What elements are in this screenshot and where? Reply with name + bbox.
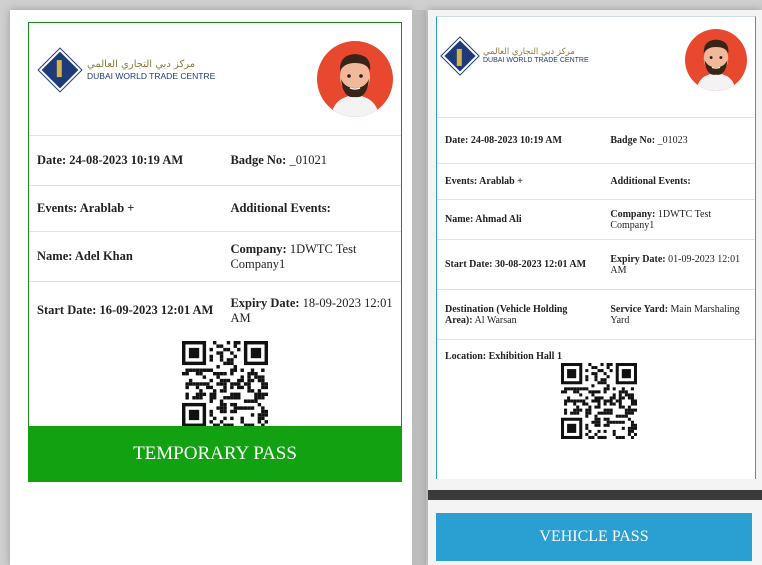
temporary-pass-card: مركز دبي التجاري العالمي DUBAI WORLD TRA… <box>28 22 402 437</box>
detail-cell-right: Additional Events: <box>222 185 401 232</box>
detail-cell-left: Name: Adel Khan <box>29 231 223 282</box>
field-value: _01021 <box>286 153 327 167</box>
vehicle-pass-panel: مركز دبي التجاري العالمي DUBAI WORLD TRA… <box>428 10 762 565</box>
detail-row: Date: 24-08-2023 10:19 AM Badge No: _0102… <box>437 117 755 164</box>
detail-cell-right: Badge No: _01021 <box>222 135 401 186</box>
field-label: Events: Arablab + <box>445 176 523 187</box>
detail-cell-left: Start Date: 30-08-2023 12:01 AM <box>437 239 603 290</box>
pass-details-table: Date: 24-08-2023 10:19 AM Badge No: _0102… <box>29 135 401 340</box>
field-label: Start Date: 30-08-2023 12:01 AM <box>445 259 587 270</box>
field-label: Start Date: 16-09-2023 12:01 AM <box>37 303 214 318</box>
detail-cell-left: Date: 24-08-2023 10:19 AM <box>29 135 223 186</box>
vehicle-pass-banner: VEHICLE PASS <box>436 513 752 561</box>
field-label: Additional Events: <box>610 176 691 187</box>
logo-english-text: DUBAI WORLD TRADE CENTRE <box>87 70 216 81</box>
vehicle-pass-card: مركز دبي التجاري العالمي DUBAI WORLD TRA… <box>436 16 756 479</box>
detail-cell-left: Destination (Vehicle Holding Area): Al W… <box>437 289 603 340</box>
field-label: Badge No: <box>610 135 656 146</box>
detail-cell-right: Expiry Date: 01-09-2023 12:01 AM <box>602 239 755 290</box>
field-label: Events: Arablab + <box>37 201 135 215</box>
detail-row: Name: Ahmad Ali Company: 1DWTC Test Compa… <box>437 199 755 240</box>
detail-cell-left: Name: Ahmad Ali <box>437 199 603 240</box>
dwtc-logo-icon: مركز دبي التجاري العالمي DUBAI WORLD TRA… <box>444 40 589 72</box>
field-value: Al Warsan <box>472 314 517 326</box>
detail-row: Events: Arablab + Additional Events: <box>437 163 755 200</box>
pass-details-table: Date: 24-08-2023 10:19 AM Badge No: _0102… <box>437 117 755 374</box>
field-label: Expiry Date: <box>230 295 300 310</box>
field-label: Company: <box>610 208 656 220</box>
field-label: Badge No: <box>230 153 287 167</box>
detail-row: Name: Adel Khan Company: 1DWTC Test Compa… <box>29 231 401 282</box>
field-value: _01023 <box>655 135 688 146</box>
logo-english-text: DUBAI WORLD TRADE CENTRE <box>483 57 589 65</box>
logo-arabic-text: مركز دبي التجاري العالمي <box>87 58 196 70</box>
avatar-icon <box>685 29 747 91</box>
field-label: Name: Adel Khan <box>37 249 133 263</box>
field-label: Date: 24-08-2023 10:19 AM <box>445 135 562 146</box>
detail-cell-right: Company: 1DWTC Test Company1 <box>602 199 755 240</box>
detail-row: Date: 24-08-2023 10:19 AM Badge No: _0102… <box>29 135 401 186</box>
detail-row: Destination (Vehicle Holding Area): Al W… <box>437 289 755 340</box>
section-divider <box>428 490 762 500</box>
detail-row: Start Date: 30-08-2023 12:01 AM Expiry Da… <box>437 239 755 290</box>
detail-cell-left: Date: 24-08-2023 10:19 AM <box>437 117 603 164</box>
detail-cell-right: Service Yard: Main Marshaling Yard <box>602 289 755 340</box>
detail-cell-right: Company: 1DWTC Test Company1 <box>222 231 401 282</box>
field-label: Additional Events: <box>230 201 331 215</box>
detail-cell-left: Events: Arablab + <box>29 185 223 232</box>
avatar-icon <box>317 41 393 117</box>
detail-row: Events: Arablab + Additional Events: <box>29 185 401 232</box>
qr-code-icon <box>182 341 268 432</box>
field-label: Service Yard: <box>610 303 669 315</box>
detail-cell-left: Start Date: 16-09-2023 12:01 AM <box>29 281 223 340</box>
logo-arabic-text: مركز دبي التجاري العالمي <box>483 46 575 57</box>
field-label: Expiry Date: <box>610 253 666 265</box>
detail-cell-right: Expiry Date: 18-09-2023 12:01 AM <box>222 281 401 340</box>
field-label: Date: 24-08-2023 10:19 AM <box>37 153 184 167</box>
temporary-pass-panel: مركز دبي التجاري العالمي DUBAI WORLD TRA… <box>10 10 412 565</box>
scrollbar[interactable] <box>412 10 426 565</box>
field-label: Company: <box>230 241 287 256</box>
detail-cell-left: Events: Arablab + <box>437 163 603 200</box>
qr-code-icon <box>561 363 637 444</box>
temporary-pass-banner: TEMPORARY PASS <box>28 426 402 482</box>
detail-row: Start Date: 16-09-2023 12:01 AM Expiry Da… <box>29 281 401 340</box>
detail-cell-right: Badge No: _01023 <box>602 117 755 164</box>
field-label: Location: Exhibition Hall 1 <box>445 351 562 363</box>
detail-cell-right: Additional Events: <box>602 163 755 200</box>
field-label: Name: Ahmad Ali <box>445 214 522 225</box>
dwtc-logo-icon: مركز دبي التجاري العالمي DUBAI WORLD TRA… <box>41 51 216 89</box>
